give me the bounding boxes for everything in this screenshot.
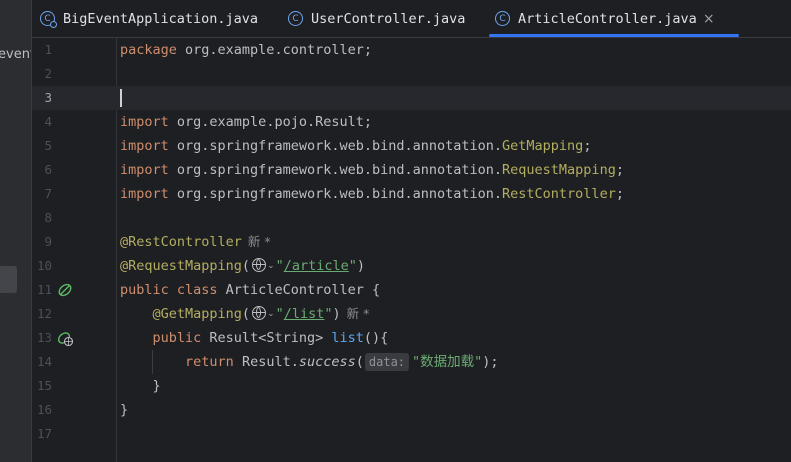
line-number: 9	[44, 234, 52, 249]
tab-label: BigEventApplication.java	[63, 10, 259, 27]
chevron-down-icon[interactable]: ⌄	[267, 254, 275, 278]
code-text[interactable]: package org.example.controller;	[120, 38, 372, 62]
close-icon[interactable]: ×	[703, 11, 715, 27]
line-number: 14	[36, 354, 52, 369]
class-icon: C	[495, 11, 510, 26]
tab-articlecontroller[interactable]: C ArticleController.java ×	[489, 0, 739, 37]
code-line: 9 @RestController 新 *	[32, 230, 791, 254]
code-line: 1 package org.example.controller;	[32, 38, 791, 62]
code-text[interactable]: }	[120, 398, 128, 422]
line-number: 8	[44, 210, 52, 225]
class-icon: C	[288, 11, 303, 26]
code-line: 10 @RequestMapping(⌄"/article")	[32, 254, 791, 278]
code-line: 6 import org.springframework.web.bind.an…	[32, 158, 791, 182]
line-number: 15	[36, 378, 52, 393]
code-line: 15 }	[32, 374, 791, 398]
web-endpoint-icon[interactable]	[57, 330, 73, 346]
line-number: 7	[44, 186, 52, 201]
line-number: 1	[44, 42, 52, 57]
project-label[interactable]: event	[0, 47, 31, 62]
spring-bean-icon[interactable]	[57, 282, 73, 298]
code-text[interactable]: }	[120, 374, 161, 398]
tab-label: UserController.java	[311, 10, 466, 27]
code-line: 7 import org.springframework.web.bind.an…	[32, 182, 791, 206]
code-line: 4 import org.example.pojo.Result;	[32, 110, 791, 134]
code-line: 16 }	[32, 398, 791, 422]
line-number: 13	[36, 330, 52, 345]
tab-bigeventapplication[interactable]: C BigEventApplication.java	[40, 0, 258, 37]
selected-tree-item[interactable]	[0, 266, 17, 293]
line-number: 12	[36, 306, 52, 321]
line-number: 6	[44, 162, 52, 177]
line-number: 11	[36, 282, 52, 297]
code-line: 11 public class ArticleController {	[32, 278, 791, 302]
code-line: 2	[32, 62, 791, 86]
globe-icon[interactable]	[252, 306, 267, 320]
code-text[interactable]: public class ArticleController {	[120, 278, 380, 302]
code-text[interactable]: import org.springframework.web.bind.anno…	[120, 158, 624, 182]
endpoint-url[interactable]: /list	[284, 306, 325, 322]
line-number: 3	[44, 90, 52, 105]
code-text[interactable]: @GetMapping(⌄"/list") 新 *	[120, 302, 369, 326]
project-tool-window-strip: event	[0, 0, 32, 462]
code-text[interactable]: import org.springframework.web.bind.anno…	[120, 134, 591, 158]
code-text[interactable]: import org.springframework.web.bind.anno…	[120, 182, 624, 206]
author-hint[interactable]: 新 *	[347, 306, 370, 321]
globe-icon[interactable]	[252, 258, 267, 272]
app-class-icon: C	[40, 11, 57, 28]
endpoint-url[interactable]: /article	[284, 258, 349, 274]
code-line: 12 @GetMapping(⌄"/list") 新 *	[32, 302, 791, 326]
text-caret	[120, 89, 122, 107]
author-hint[interactable]: 新 *	[248, 234, 271, 249]
editor-tab-bar: C BigEventApplication.java C UserControl…	[32, 0, 791, 38]
code-line: 13 public Result<String> list(){	[32, 326, 791, 350]
current-code-line: 3	[32, 86, 791, 110]
line-number: 4	[44, 114, 52, 129]
line-number: 16	[36, 402, 52, 417]
code-line: 14 return Result.success(data: "数据加载");	[32, 350, 791, 374]
line-number: 5	[44, 138, 52, 153]
line-number: 2	[44, 66, 52, 81]
code-text[interactable]: public Result<String> list(){	[120, 326, 389, 350]
code-line: 17	[32, 422, 791, 446]
code-text[interactable]: return Result.success(data: "数据加载");	[120, 350, 499, 374]
code-line: 5 import org.springframework.web.bind.an…	[32, 134, 791, 158]
parameter-hint: data:	[364, 353, 410, 371]
code-text[interactable]: @RestController 新 *	[120, 230, 271, 254]
code-text[interactable]: import org.example.pojo.Result;	[120, 110, 372, 134]
tab-label: ArticleController.java	[518, 10, 697, 27]
code-text[interactable]: @RequestMapping(⌄"/article")	[120, 254, 365, 278]
code-line: 8	[32, 206, 791, 230]
code-editor[interactable]: 1 package org.example.controller; 2 3 4 …	[32, 38, 791, 462]
tab-usercontroller[interactable]: C UserController.java	[288, 0, 465, 37]
line-number: 17	[36, 426, 52, 441]
chevron-down-icon[interactable]: ⌄	[267, 302, 275, 326]
line-number: 10	[36, 258, 52, 273]
